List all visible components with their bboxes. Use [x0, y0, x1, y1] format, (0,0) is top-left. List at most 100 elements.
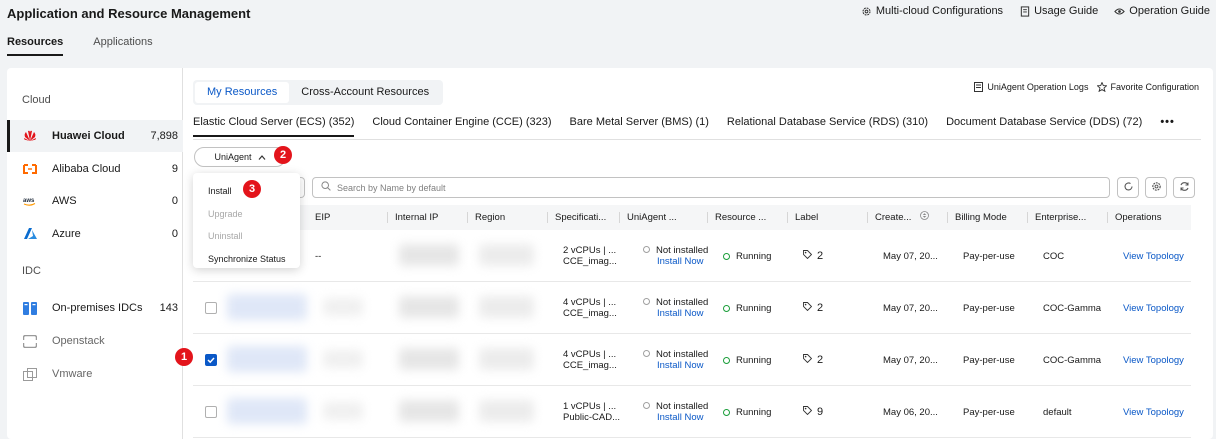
sidebar-item-huawei-cloud[interactable]: Huawei Cloud 7,898	[7, 120, 183, 152]
sidebar-group-cloud: Cloud	[22, 94, 51, 106]
sidebar-item-openstack[interactable]: Openstack	[7, 325, 183, 357]
tab-resources[interactable]: Resources	[7, 36, 64, 56]
spec-line-2: CCE_imag...	[563, 360, 617, 371]
cell-resource-status: Running	[715, 230, 771, 282]
multi-cloud-configurations-link[interactable]: Multi-cloud Configurations	[861, 5, 1003, 17]
menu-item-install[interactable]: Install	[208, 186, 232, 196]
alibaba-logo-icon	[23, 162, 37, 176]
spec-line-1: 4 vCPUs | ...	[563, 349, 617, 360]
uniagent-operation-logs-link[interactable]: UniAgent Operation Logs	[973, 81, 1088, 92]
label-count: 9	[817, 406, 824, 418]
tab-cross-account-resources[interactable]: Cross-Account Resources	[289, 82, 441, 103]
operation-guide-link[interactable]: Operation Guide	[1114, 5, 1210, 17]
cell-billing-mode: Pay-per-use	[963, 250, 1015, 262]
vmware-icon	[23, 367, 37, 381]
more-tabs-button[interactable]: •••	[1160, 114, 1185, 137]
uniagent-status-text: Not installed	[656, 297, 709, 308]
cell-enterprise-project: default	[1043, 406, 1072, 418]
sidebar-item-label: Huawei Cloud	[52, 130, 125, 142]
cell-enterprise-project: COC-Gamma	[1043, 302, 1102, 314]
cell-uniagent: Not installed Install Now	[635, 334, 708, 386]
column-uniagent[interactable]: UniAgent ...	[619, 205, 699, 230]
tab-cce[interactable]: Cloud Container Engine (CCE) (323)	[372, 114, 561, 137]
resources-card: Cloud Huawei Cloud 7,898 Alibaba Cloud 9…	[7, 68, 1213, 439]
cell-resource-status: Running	[715, 282, 771, 334]
redacted-internal-ip	[399, 244, 459, 266]
column-created[interactable]: Create...	[867, 205, 947, 230]
install-now-link[interactable]: Install Now	[657, 412, 708, 423]
cell-billing-mode: Pay-per-use	[963, 406, 1015, 418]
eye-icon	[1114, 6, 1126, 17]
uniagent-status: Not installed	[643, 245, 708, 256]
tag-icon	[803, 406, 813, 418]
favorite-configuration-link[interactable]: Favorite Configuration	[1096, 81, 1199, 92]
search-input[interactable]	[337, 182, 1109, 193]
column-specification[interactable]: Specificati...	[547, 205, 619, 230]
sort-icon	[920, 205, 929, 230]
sidebar-item-on-premises-idcs[interactable]: On-premises IDCs 143	[7, 292, 183, 324]
settings-button[interactable]	[1145, 177, 1167, 198]
column-eip[interactable]: EIP	[307, 205, 387, 230]
cell-label[interactable]: 2	[795, 230, 823, 282]
tab-applications[interactable]: Applications	[93, 36, 152, 56]
cell-uniagent: Not installed Install Now	[635, 230, 708, 282]
table-row: 4 vCPUs | ... CCE_imag... Not installed …	[193, 334, 1191, 386]
sidebar-item-azure[interactable]: Azure 0	[7, 218, 183, 250]
column-resource-status[interactable]: Resource ...	[707, 205, 787, 230]
tab-ecs[interactable]: Elastic Cloud Server (ECS) (352)	[193, 114, 364, 137]
tag-icon	[803, 250, 813, 262]
spec-line-2: Public-CAD...	[563, 412, 621, 423]
uniagent-status-text: Not installed	[656, 349, 709, 360]
uniagent-dropdown-button[interactable]: UniAgent	[194, 147, 286, 167]
menu-item-synchronize-status[interactable]: Synchronize Status	[208, 254, 286, 264]
column-enterprise-project[interactable]: Enterprise...	[1027, 205, 1107, 230]
step-badge-3: 3	[243, 180, 261, 198]
sidebar-item-label: Openstack	[52, 335, 105, 347]
refresh-search-button[interactable]	[1117, 177, 1139, 198]
sidebar-item-alibaba-cloud[interactable]: Alibaba Cloud 9	[7, 153, 183, 185]
tab-my-resources[interactable]: My Resources	[195, 82, 290, 103]
tab-dds[interactable]: Document Database Service (DDS) (72)	[946, 114, 1152, 137]
row-checkbox[interactable]	[205, 406, 217, 418]
cell-label[interactable]: 2	[795, 282, 823, 334]
column-internal-ip[interactable]: Internal IP	[387, 205, 467, 230]
sidebar-item-vmware[interactable]: Vmware	[7, 358, 183, 390]
cell-specification: 1 vCPUs | ... Public-CAD...	[555, 386, 620, 438]
sidebar-item-label: On-premises IDCs	[52, 302, 143, 314]
multi-cloud-configurations-label: Multi-cloud Configurations	[875, 5, 1004, 17]
row-checkbox-checked[interactable]	[205, 354, 217, 366]
view-topology-link[interactable]: View Topology	[1115, 386, 1184, 438]
install-now-link[interactable]: Install Now	[657, 308, 708, 319]
document-icon	[1019, 5, 1030, 17]
svg-text:aws: aws	[23, 198, 35, 204]
column-region[interactable]: Region	[467, 205, 547, 230]
operation-guide-label: Operation Guide	[1129, 5, 1210, 17]
table-row: 1 vCPUs | ... Public-CAD... Not installe…	[193, 386, 1191, 438]
menu-item-uninstall: Uninstall	[208, 231, 243, 241]
view-topology-link[interactable]: View Topology	[1115, 282, 1184, 334]
sidebar-item-aws[interactable]: aws AWS 0	[7, 185, 183, 217]
spec-line-1: 1 vCPUs | ...	[563, 401, 617, 412]
row-checkbox[interactable]	[205, 302, 217, 314]
spec-line-2: CCE_imag...	[563, 256, 617, 267]
install-now-link[interactable]: Install Now	[657, 360, 708, 371]
cell-label[interactable]: 9	[795, 386, 823, 438]
search-box[interactable]	[312, 177, 1110, 198]
usage-guide-link[interactable]: Usage Guide	[1019, 5, 1098, 17]
column-billing-mode[interactable]: Billing Mode	[947, 205, 1027, 230]
tab-rds[interactable]: Relational Database Service (RDS) (310)	[727, 114, 938, 137]
gear-icon	[1151, 181, 1162, 195]
refresh-button[interactable]	[1173, 177, 1195, 198]
redacted-region	[479, 244, 534, 266]
sidebar-item-count: 9	[171, 163, 178, 175]
cell-specification: 2 vCPUs | ... CCE_imag...	[555, 230, 617, 282]
redacted-internal-ip	[399, 348, 459, 370]
tab-bms[interactable]: Bare Metal Server (BMS) (1)	[570, 114, 719, 137]
sidebar-item-label: AWS	[52, 195, 77, 207]
resource-scope-switch: My Resources Cross-Account Resources	[193, 80, 444, 105]
cell-label[interactable]: 2	[795, 334, 823, 386]
view-topology-link[interactable]: View Topology	[1115, 334, 1184, 386]
install-now-link[interactable]: Install Now	[657, 256, 708, 267]
view-topology-link[interactable]: View Topology	[1115, 230, 1184, 282]
column-label[interactable]: Label	[787, 205, 867, 230]
